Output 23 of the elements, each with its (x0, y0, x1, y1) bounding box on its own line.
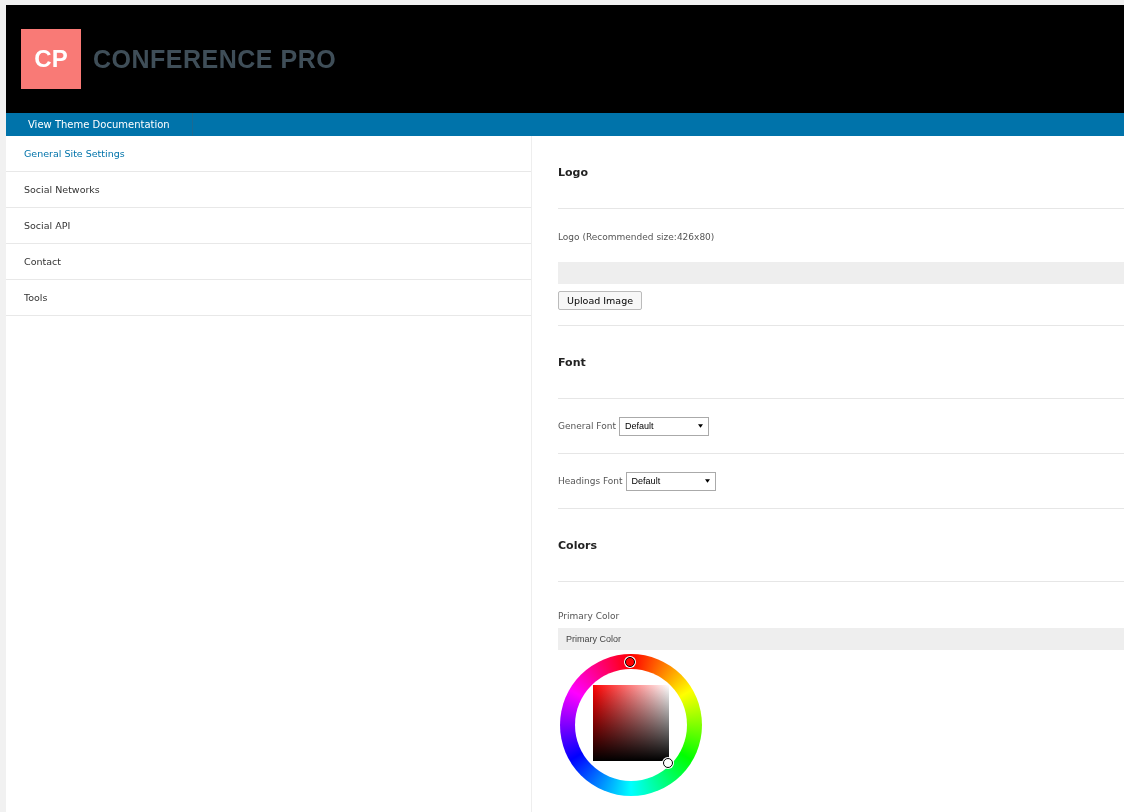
field-label: Primary Color (558, 611, 620, 621)
caret-icon (697, 424, 703, 428)
section-heading: Colors (558, 538, 597, 552)
section-heading: Logo (558, 165, 588, 179)
sidebar-item[interactable]: General Site Settings (6, 136, 531, 172)
upload-image-button[interactable]: Upload Image (558, 291, 643, 310)
shade-handle[interactable] (663, 758, 673, 768)
logo-text: CONFERENCE PRO (93, 44, 337, 74)
field-label: Logo (Recommended size:426x80) (558, 232, 715, 242)
documentation-link[interactable]: View Theme Documentation (6, 113, 193, 136)
field-label: Headings Font (558, 476, 623, 486)
logo-mark: CP (21, 29, 81, 89)
font-dropdown[interactable]: Default (618, 416, 709, 436)
sidebar-item[interactable]: Tools (6, 280, 531, 316)
font-dropdown[interactable]: Default (625, 471, 716, 491)
section-heading: Font (558, 355, 586, 369)
color-value-field[interactable]: Primary Color (558, 628, 1124, 650)
hue-handle[interactable] (625, 657, 635, 667)
caret-icon (704, 479, 710, 483)
sidebar-item[interactable]: Social API (6, 208, 531, 244)
sidebar-item[interactable]: Social Networks (6, 172, 531, 208)
field-label: General Font (558, 421, 616, 431)
sidebar-item[interactable]: Contact (6, 244, 531, 280)
